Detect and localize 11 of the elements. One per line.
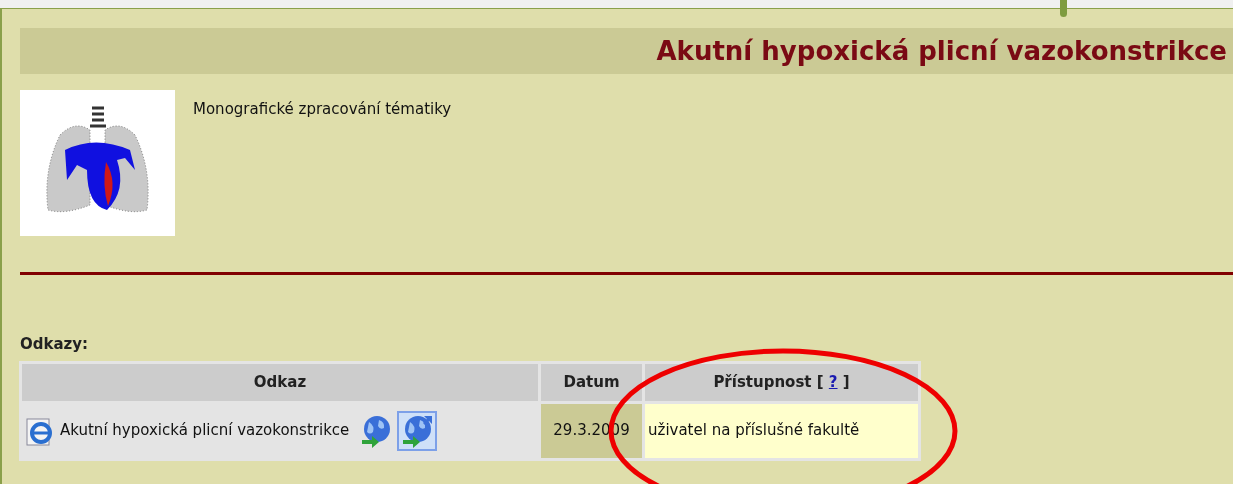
column-header: Datum bbox=[541, 363, 642, 401]
access-cell: uživatel na příslušné fakultě bbox=[645, 403, 918, 458]
header-bracket: ] bbox=[842, 372, 850, 391]
globe-share-icon[interactable] bbox=[400, 413, 435, 448]
description-text: Monografické zpracování tématiky bbox=[193, 99, 452, 120]
section-heading: Odkazy: bbox=[20, 334, 90, 355]
column-header: Odkaz bbox=[22, 363, 538, 401]
header-label: Přístupnost [ bbox=[713, 372, 824, 391]
page-title: Akutní hypoxická plicní vazokonstrikce bbox=[656, 34, 1227, 68]
link-title[interactable]: Akutní hypoxická plicní vazokonstrikce bbox=[60, 419, 350, 442]
help-link[interactable]: ? bbox=[828, 372, 838, 391]
